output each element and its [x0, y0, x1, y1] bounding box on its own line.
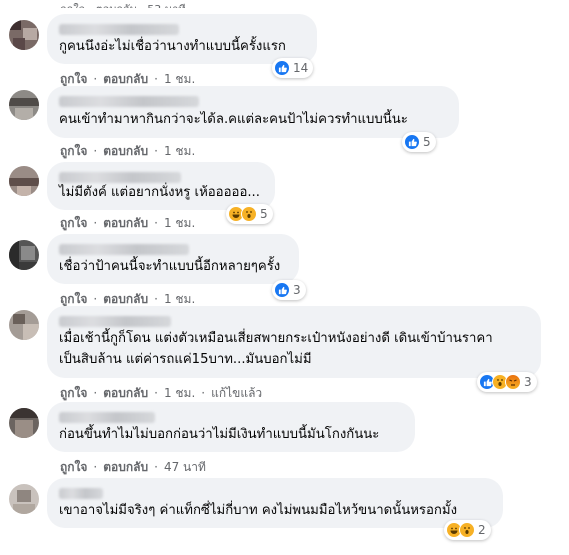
- reaction-count: 5: [423, 135, 431, 149]
- avatar[interactable]: [9, 90, 39, 120]
- like-link[interactable]: ถูกใจ: [60, 292, 87, 306]
- author-name[interactable]: [59, 316, 171, 327]
- timestamp[interactable]: 1 ชม.: [164, 72, 195, 86]
- avatar[interactable]: [9, 240, 39, 270]
- comment-text: คนเข้าทำมาหากินกว่าจะได้ล.คแต่ละคนป้าไม่…: [59, 112, 408, 127]
- avatar[interactable]: [9, 166, 39, 196]
- comment-text: เมื่อเช้านี้กูก็โดน แต่งตัวเหมือนเสี่ยสพ…: [59, 331, 493, 346]
- like-link[interactable]: ถูกใจ: [60, 72, 87, 86]
- timestamp[interactable]: 1 ชม.: [164, 216, 195, 230]
- reply-link[interactable]: ตอบกลับ: [103, 216, 148, 230]
- comment-bubble: ไม่มีตังค์ แต่อยากนั่งหรู เห้อออออ...: [47, 162, 275, 210]
- comment-actions: ถูกใจ · ตอบกลับ · 1 ชม.: [60, 216, 196, 230]
- comment-text: เป็นสิบล้าน แต่ค่ารถแค่15บาท...มันบอกไม่…: [59, 352, 312, 367]
- comment-text: ไม่มีตังค์ แต่อยากนั่งหรู เห้อออออ...: [59, 185, 260, 200]
- reaction-summary[interactable]: 3: [477, 372, 537, 392]
- reaction-summary[interactable]: 5: [226, 204, 273, 224]
- author-name[interactable]: [59, 412, 155, 423]
- timestamp[interactable]: 1 ชม.: [164, 292, 195, 306]
- author-name[interactable]: [59, 96, 199, 107]
- timestamp[interactable]: 1 ชม.: [164, 144, 195, 158]
- comment-bubble: ก่อนขึ้นทำไมไม่บอกก่อนว่าไม่มีเงินทำแบบน…: [47, 402, 415, 452]
- author-name[interactable]: [59, 24, 179, 35]
- reply-link[interactable]: ตอบกลับ: [103, 292, 148, 306]
- comment-text: เขาอาจไม่มีจริงๆ ค่าแท็กซี่ไม่กี่บาท คงไ…: [59, 503, 458, 518]
- reaction-count: 5: [260, 207, 268, 221]
- comment-actions: ถูกใจ · ตอบกลับ · 1 ชม.: [60, 144, 196, 158]
- reaction-summary[interactable]: 2: [444, 520, 491, 540]
- like-icon: [274, 60, 290, 76]
- author-name[interactable]: [59, 244, 189, 255]
- edited-label[interactable]: แก้ไขแล้ว: [211, 386, 262, 400]
- avatar[interactable]: [9, 484, 39, 514]
- like-link[interactable]: ถูกใจ: [60, 216, 87, 230]
- reaction-count: 2: [478, 523, 486, 537]
- comment-bubble: เมื่อเช้านี้กูก็โดน แต่งตัวเหมือนเสี่ยสพ…: [47, 306, 541, 378]
- timestamp[interactable]: 1 ชม.: [164, 386, 195, 400]
- wow-icon: [241, 206, 257, 222]
- comment-actions: ถูกใจ · ตอบกลับ · 47 นาที: [60, 460, 206, 474]
- reaction-count: 14: [293, 61, 309, 75]
- comment-bubble: เขาอาจไม่มีจริงๆ ค่าแท็กซี่ไม่กี่บาท คงไ…: [47, 478, 503, 528]
- like-icon: [404, 134, 420, 150]
- comment-bubble: คนเข้าทำมาหากินกว่าจะได้ล.คแต่ละคนป้าไม่…: [47, 86, 459, 138]
- reaction-summary[interactable]: 5: [402, 132, 436, 152]
- comment-bubble: กูคนนึงอ่ะไม่เชื่อว่านางทำแบบนี้ครั้งแรก: [47, 14, 317, 64]
- avatar[interactable]: [9, 310, 39, 340]
- like-link[interactable]: ถูกใจ: [60, 386, 87, 400]
- like-icon: [274, 282, 290, 298]
- like-link[interactable]: ถูกใจ: [60, 460, 87, 474]
- wow-icon: [459, 522, 475, 538]
- reply-link[interactable]: ตอบกลับ: [103, 72, 148, 86]
- previous-comment-actions: ถูกใจ · ตอบกลับ · 53 นาที: [60, 0, 186, 8]
- reaction-summary[interactable]: 14: [272, 58, 314, 78]
- reaction-summary[interactable]: 3: [272, 280, 306, 300]
- reply-link[interactable]: ตอบกลับ: [103, 144, 148, 158]
- comment-text: กูคนนึงอ่ะไม่เชื่อว่านางทำแบบนี้ครั้งแรก: [59, 39, 286, 54]
- like-link[interactable]: ถูกใจ: [60, 144, 87, 158]
- comment-actions: ถูกใจ · ตอบกลับ · 1 ชม. · แก้ไขแล้ว: [60, 386, 263, 400]
- timestamp[interactable]: 47 นาที: [164, 460, 206, 474]
- avatar[interactable]: [9, 408, 39, 438]
- comment-text: ก่อนขึ้นทำไมไม่บอกก่อนว่าไม่มีเงินทำแบบน…: [59, 427, 380, 442]
- comment-bubble: เชื่อว่าป้าคนนี้จะทำแบบนี้อีกหลายๆครั้ง: [47, 234, 299, 284]
- reply-link[interactable]: ตอบกลับ: [103, 460, 148, 474]
- reaction-count: 3: [293, 283, 301, 297]
- author-name[interactable]: [59, 488, 103, 499]
- reaction-count: 3: [524, 375, 532, 389]
- reply-link[interactable]: ตอบกลับ: [103, 386, 148, 400]
- comment-text: เชื่อว่าป้าคนนี้จะทำแบบนี้อีกหลายๆครั้ง: [59, 259, 281, 274]
- angry-icon: [505, 374, 521, 390]
- avatar[interactable]: [9, 20, 39, 50]
